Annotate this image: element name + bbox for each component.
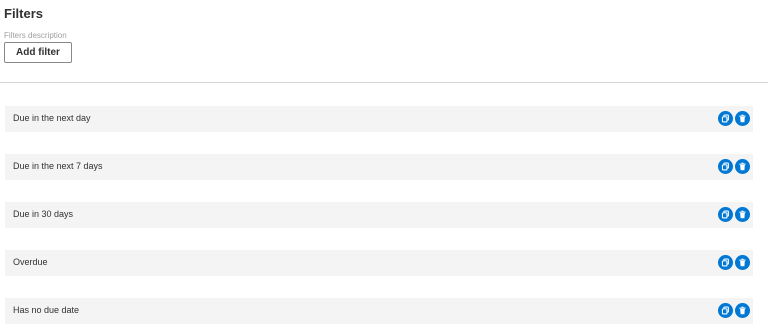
filter-row[interactable]: Due in 30 days — [5, 202, 753, 228]
filter-label: Has no due date — [13, 305, 80, 315]
row-actions — [718, 255, 750, 270]
copy-icon[interactable] — [718, 207, 733, 222]
divider — [0, 82, 768, 83]
filter-row[interactable]: Overdue — [5, 250, 753, 276]
page-description: Filters description — [4, 31, 67, 40]
trash-icon[interactable] — [735, 111, 750, 126]
row-actions — [718, 159, 750, 174]
filter-row[interactable]: Has no due date — [5, 298, 753, 324]
filters-page: Filters Filters description Add filter D… — [0, 0, 768, 331]
copy-icon[interactable] — [718, 303, 733, 318]
row-actions — [718, 111, 750, 126]
filter-label: Due in 30 days — [13, 209, 74, 219]
copy-icon[interactable] — [718, 255, 733, 270]
row-actions — [718, 303, 750, 318]
copy-icon[interactable] — [718, 111, 733, 126]
filter-row[interactable]: Due in the next day — [5, 106, 753, 132]
filter-label: Overdue — [13, 257, 48, 267]
filter-label: Due in the next 7 days — [13, 161, 103, 171]
filter-list: Due in the next day Due in the next 7 da… — [5, 106, 753, 331]
trash-icon[interactable] — [735, 255, 750, 270]
filter-label: Due in the next day — [13, 113, 91, 123]
page-title: Filters — [4, 6, 44, 21]
trash-icon[interactable] — [735, 303, 750, 318]
filter-row[interactable]: Due in the next 7 days — [5, 154, 753, 180]
add-filter-button[interactable]: Add filter — [4, 42, 72, 63]
trash-icon[interactable] — [735, 159, 750, 174]
row-actions — [718, 207, 750, 222]
trash-icon[interactable] — [735, 207, 750, 222]
copy-icon[interactable] — [718, 159, 733, 174]
